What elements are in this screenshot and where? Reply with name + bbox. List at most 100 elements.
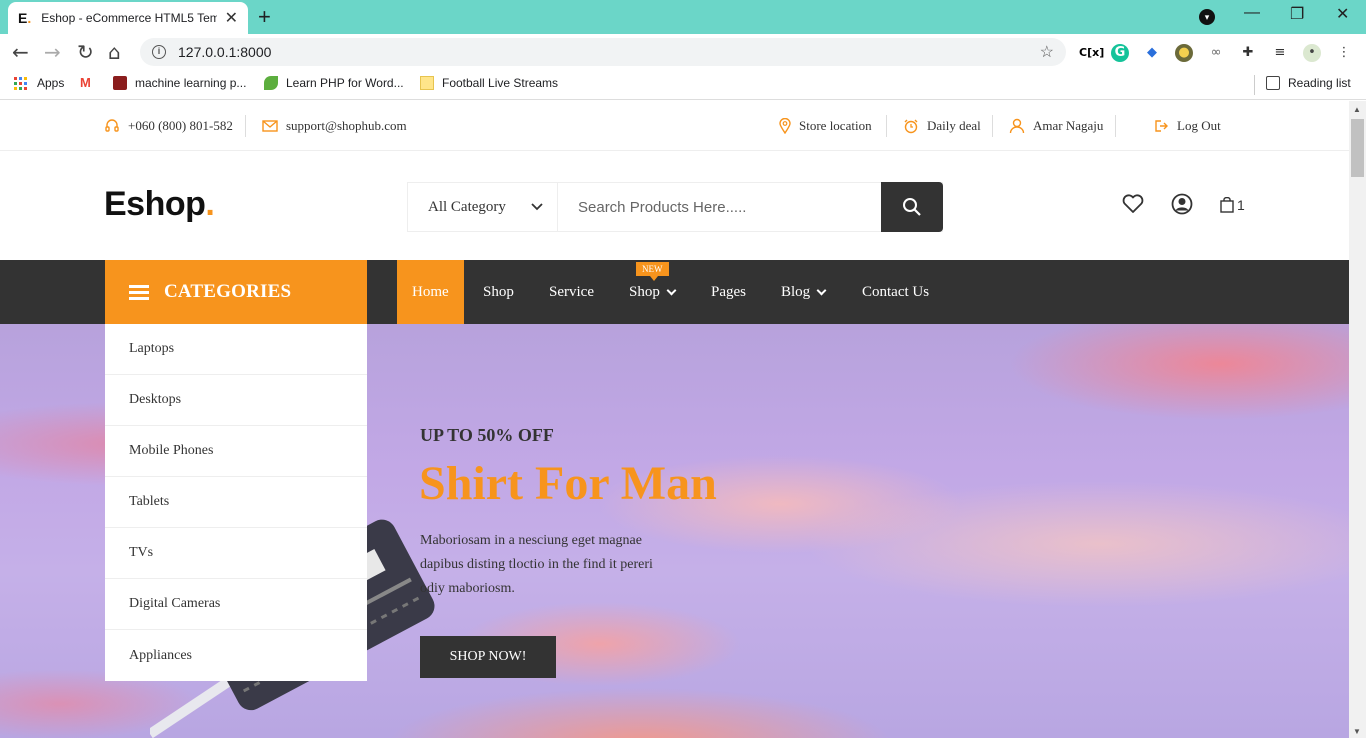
daily-deal-label: Daily deal (927, 118, 981, 133)
email-contact[interactable]: support@shophub.com (262, 118, 407, 134)
alarm-clock-icon (904, 119, 918, 134)
cart-button[interactable]: 1 (1220, 197, 1245, 213)
top-info-bar: +060 (800) 801-582 support@shophub.com S… (0, 101, 1349, 151)
phone-contact: +060 (800) 801-582 (104, 118, 233, 134)
reading-list-label: Reading list (1288, 76, 1351, 90)
reload-icon[interactable]: ↻ (77, 41, 94, 63)
chevron-down-icon (816, 285, 827, 295)
forward-icon[interactable]: → (44, 41, 61, 63)
home-icon[interactable]: ⌂ (108, 41, 121, 63)
account-circle-icon[interactable] (1171, 193, 1193, 215)
extension-icon[interactable]: C[x] (1079, 44, 1104, 62)
url-text: 127.0.0.1:8000 (178, 44, 272, 60)
site-header: Eshop. All Category 1 (0, 152, 1349, 260)
hero-title: Shirt For Man (419, 457, 717, 510)
nav-label: Shop (629, 283, 660, 300)
divider (245, 115, 246, 137)
new-tab-icon[interactable]: + (258, 4, 271, 30)
user-name: Amar Nagaju (1033, 118, 1104, 133)
divider (886, 115, 887, 137)
nav-label: Service (549, 283, 594, 300)
bookmark-ml[interactable]: machine learning p... (113, 76, 246, 90)
logout-link[interactable]: Log Out (1154, 118, 1221, 134)
email-address: support@shophub.com (286, 118, 407, 133)
hero-description: Maboriosam in a nesciung eget magnae dap… (420, 533, 653, 596)
category-label: TVs (129, 545, 154, 560)
minimize-icon[interactable]: — (1244, 4, 1260, 22)
category-select-value: All Category (428, 198, 506, 215)
phone-number: +060 (800) 801-582 (128, 118, 233, 133)
nav-label: Pages (711, 283, 746, 300)
main-navbar: CATEGORIES Home Shop Service Shop NEW Pa… (0, 260, 1349, 324)
media-control-icon[interactable]: ≡ (1271, 44, 1289, 62)
category-label: Mobile Phones (129, 443, 214, 458)
reading-list[interactable]: Reading list (1266, 76, 1351, 90)
chevron-down-icon (531, 203, 543, 211)
wishlist-heart-icon[interactable] (1122, 194, 1144, 214)
profile-avatar[interactable]: • (1303, 44, 1321, 62)
category-item-tvs[interactable]: TVs (105, 528, 367, 579)
category-item-laptops[interactable]: Laptops (105, 324, 367, 375)
divider (992, 115, 993, 137)
extension-icon[interactable]: ∞ (1207, 44, 1225, 62)
reading-list-icon (1266, 76, 1280, 90)
scroll-up-icon[interactable]: ▲ (1353, 105, 1361, 114)
close-tab-icon[interactable]: ✕ (225, 8, 238, 28)
categories-toggle[interactable]: CATEGORIES (105, 260, 367, 324)
bookmark-label: machine learning p... (135, 76, 247, 90)
browser-tab[interactable]: E. Eshop - eCommerce HTML5 Tem ✕ (8, 2, 248, 34)
extension-icon[interactable]: ● (1175, 44, 1193, 62)
back-icon[interactable]: ← (12, 41, 29, 63)
nav-contact[interactable]: Contact Us (862, 260, 929, 324)
nav-pages[interactable]: Pages (711, 260, 746, 324)
bookmark-football[interactable]: Football Live Streams (420, 76, 558, 90)
tab-search-icon[interactable]: ▾ (1199, 9, 1215, 25)
site-logo[interactable]: Eshop. (104, 185, 215, 224)
location-pin-icon (779, 118, 791, 134)
bookmark-separator (1254, 75, 1255, 95)
logout-icon (1155, 120, 1168, 132)
extensions-puzzle-icon[interactable]: ✚ (1239, 44, 1257, 62)
logout-label: Log Out (1177, 118, 1221, 133)
category-item-digital-cameras[interactable]: Digital Cameras (105, 579, 367, 630)
shop-now-button[interactable]: SHOP NOW! (420, 636, 556, 678)
hero-subtitle: UP TO 50% OFF (420, 425, 554, 445)
address-bar[interactable]: i 127.0.0.1:8000 ☆ (140, 38, 1066, 66)
category-item-tablets[interactable]: Tablets (105, 477, 367, 528)
bookmark-gmail[interactable]: M (80, 76, 102, 90)
category-item-desktops[interactable]: Desktops (105, 375, 367, 426)
category-item-mobile-phones[interactable]: Mobile Phones (105, 426, 367, 477)
category-select[interactable]: All Category (408, 183, 558, 231)
user-account-link[interactable]: Amar Nagaju (1009, 118, 1103, 134)
restore-icon[interactable]: ❐ (1290, 4, 1304, 24)
category-item-appliances[interactable]: Appliances (105, 630, 367, 681)
leaf-icon (264, 76, 278, 90)
new-badge: NEW (636, 262, 669, 281)
nav-blog-dropdown[interactable]: Blog (781, 260, 827, 324)
bookmark-apps[interactable]: Apps (14, 76, 64, 90)
search-input[interactable] (558, 183, 881, 231)
nav-home[interactable]: Home (397, 260, 464, 324)
store-location-link[interactable]: Store location (779, 118, 872, 134)
extension-icon[interactable]: ◆ (1143, 44, 1161, 62)
grammarly-icon[interactable]: G (1111, 44, 1129, 62)
bookmark-label: Apps (37, 76, 65, 90)
nav-label: Shop (483, 283, 514, 300)
search-button[interactable] (881, 182, 943, 232)
site-info-icon[interactable]: i (152, 45, 166, 59)
daily-deal-link[interactable]: Daily deal (903, 118, 981, 134)
scrollbar-thumb[interactable] (1351, 119, 1364, 177)
bookmark-star-icon[interactable]: ☆ (1040, 42, 1054, 62)
bookmark-label: Learn PHP for Word... (286, 76, 404, 90)
scroll-down-icon[interactable]: ▼ (1353, 727, 1361, 736)
nav-service[interactable]: Service (549, 260, 594, 324)
category-label: Appliances (129, 647, 192, 663)
menu-dots-icon[interactable]: ⋮ (1335, 44, 1353, 62)
category-label: Laptops (129, 341, 175, 356)
window-close-icon[interactable]: ✕ (1336, 4, 1349, 24)
bookmark-php[interactable]: Learn PHP for Word... (264, 76, 404, 90)
nav-shop[interactable]: Shop (483, 260, 514, 324)
tab-title: Eshop - eCommerce HTML5 Tem (41, 11, 217, 25)
browser-toolbar: ← → ↻ ⌂ i 127.0.0.1:8000 ☆ C[x] G ◆ ● ∞ … (0, 34, 1366, 70)
page-scrollbar[interactable]: ▲ ▼ (1349, 101, 1366, 738)
